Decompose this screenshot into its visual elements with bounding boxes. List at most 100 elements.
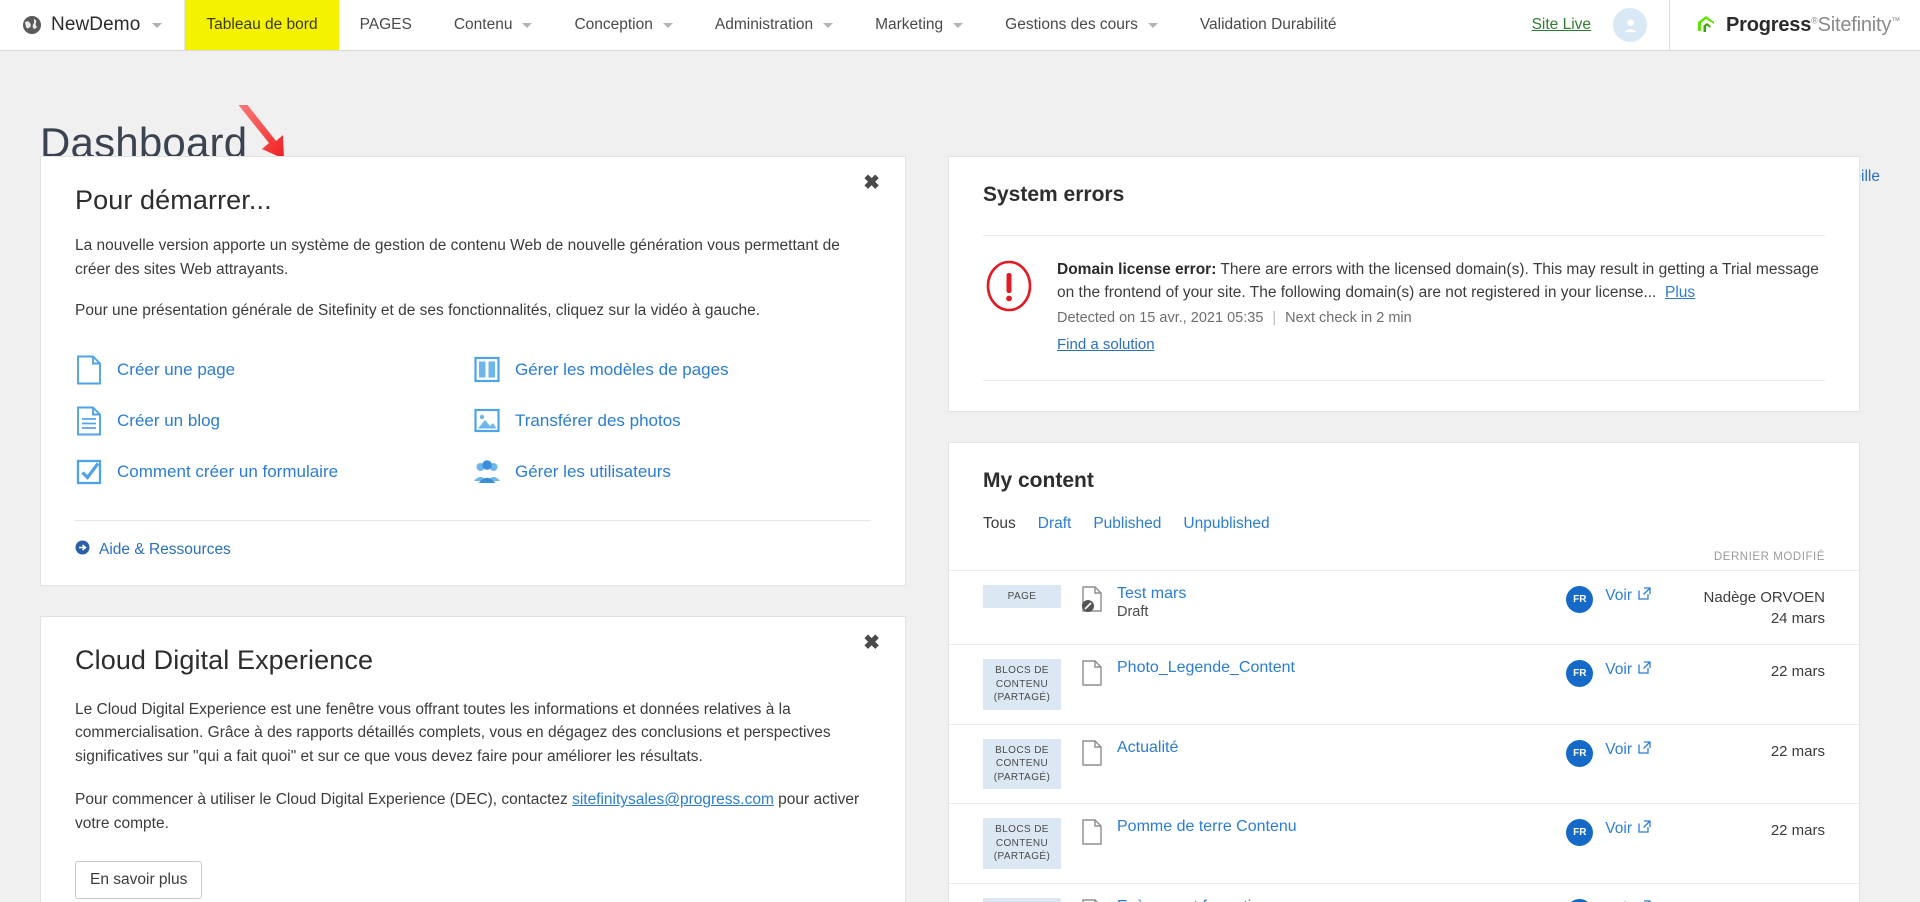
user-avatar-icon[interactable]	[1613, 8, 1647, 42]
close-icon[interactable]: ✖	[863, 633, 880, 653]
site-selector[interactable]: NewDemo	[0, 0, 184, 50]
learn-more-button[interactable]: En savoir plus	[75, 861, 202, 899]
language-badge: FR	[1566, 660, 1593, 687]
last-modified-date: 22 mars	[1665, 820, 1825, 842]
link-transferer-des-photos[interactable]: Transférer des photos	[473, 406, 871, 436]
external-link-icon	[1638, 587, 1651, 605]
nav-items: Tableau de bord PAGES Contenu Conception…	[185, 0, 1357, 50]
filter-published[interactable]: Published	[1093, 515, 1161, 533]
template-columns-icon	[473, 355, 501, 385]
system-error-meta: Detected on 15 avr., 2021 05:35|Next che…	[1057, 310, 1825, 326]
page-file-icon	[75, 355, 103, 385]
my-content-filters: Tous Draft Published Unpublished	[949, 493, 1859, 533]
cloud-dx-paragraph-2: Pour commencer à utiliser le Cloud Digit…	[41, 788, 905, 835]
cloud-digital-experience-card: ✖ Cloud Digital Experience Le Cloud Digi…	[40, 616, 906, 902]
content-title-link[interactable]: Pomme de terre Contenu	[1117, 818, 1566, 836]
help-resources-link[interactable]: Aide & Ressources	[41, 521, 905, 585]
content-title-link[interactable]: Actualité	[1117, 739, 1566, 757]
chevron-down-icon	[522, 23, 532, 28]
chevron-down-icon	[663, 23, 673, 28]
link-gerer-les-modeles-de-pages[interactable]: Gérer les modèles de pages	[473, 355, 871, 385]
system-error-message: Domain license error: There are errors w…	[1057, 258, 1825, 305]
table-row[interactable]: ÉVÉNEMENT Evènement formation Published …	[949, 883, 1859, 902]
globe-icon	[22, 15, 42, 35]
view-link[interactable]: Voir	[1605, 820, 1651, 838]
link-creer-un-blog[interactable]: Créer un blog	[75, 406, 473, 436]
table-row[interactable]: BLOCS DE CONTENU (PARTAGÉ) Pomme de terr…	[949, 803, 1859, 883]
getting-started-links: Créer une page Gérer les modèles de page…	[41, 323, 905, 487]
getting-started-title: Pour démarrer...	[41, 157, 905, 216]
view-link[interactable]: Voir	[1605, 741, 1651, 759]
nav-item-label: Marketing	[875, 16, 943, 34]
system-errors-card: System errors Domain license error: Ther…	[948, 156, 1860, 412]
link-label: Transférer des photos	[515, 411, 681, 431]
table-row[interactable]: BLOCS DE CONTENU (PARTAGÉ) Actualité FR …	[949, 724, 1859, 804]
link-comment-creer-un-formulaire[interactable]: Comment créer un formulaire	[75, 457, 473, 487]
content-status: Draft	[1117, 604, 1566, 620]
link-creer-une-page[interactable]: Créer une page	[75, 355, 473, 385]
author-name: Nadège ORVOEN	[1704, 589, 1825, 606]
language-badge: FR	[1566, 740, 1593, 767]
nav-item-label: Administration	[715, 16, 813, 34]
content-title-link[interactable]: Test mars	[1117, 585, 1566, 603]
filter-unpublished[interactable]: Unpublished	[1183, 515, 1269, 533]
view-link[interactable]: Voir	[1605, 587, 1651, 605]
next-check-label: Next check in 2 min	[1285, 310, 1412, 326]
nav-item-conception[interactable]: Conception	[553, 0, 693, 50]
content-type-badge: BLOCS DE CONTENU (PARTAGÉ)	[983, 739, 1061, 790]
chevron-down-icon	[1148, 23, 1158, 28]
nav-item-marketing[interactable]: Marketing	[854, 0, 984, 50]
row-main: Pomme de terre Contenu	[1117, 818, 1566, 836]
my-content-title: My content	[949, 443, 1859, 493]
nav-item-contenu[interactable]: Contenu	[433, 0, 554, 50]
system-error-label: Domain license error:	[1057, 261, 1216, 278]
progress-sitefinity-logo: Progress®Sitefinity™	[1670, 13, 1920, 38]
cloud-dx-text-before: Pour commencer à utiliser le Cloud Digit…	[75, 791, 572, 808]
language-badge: FR	[1566, 819, 1593, 846]
site-live-link[interactable]: Site Live	[1532, 16, 1591, 34]
last-modified-date: 22 mars	[1665, 741, 1825, 763]
content-title-link[interactable]: Evènement formation	[1117, 898, 1566, 902]
cloud-dx-title: Cloud Digital Experience	[41, 617, 905, 676]
link-label: Créer une page	[117, 360, 235, 380]
row-main: Test mars Draft	[1117, 585, 1566, 620]
filter-draft[interactable]: Draft	[1038, 515, 1072, 533]
nav-item-gestions-des-cours[interactable]: Gestions des cours	[984, 0, 1179, 50]
content-type-badge: BLOCS DE CONTENU (PARTAGÉ)	[983, 659, 1061, 710]
left-column: ✖ Pour démarrer... La nouvelle version a…	[40, 156, 906, 902]
nav-item-administration[interactable]: Administration	[694, 0, 854, 50]
nav-item-tableau-de-bord[interactable]: Tableau de bord	[185, 0, 338, 50]
link-gerer-les-utilisateurs[interactable]: Gérer les utilisateurs	[473, 457, 871, 487]
sales-email-link[interactable]: sitefinitysales@progress.com	[572, 791, 774, 808]
nav-item-pages[interactable]: PAGES	[339, 0, 433, 50]
link-label: Gérer les utilisateurs	[515, 462, 671, 482]
language-badge: FR	[1566, 899, 1593, 902]
document-icon	[1081, 660, 1103, 686]
row-meta: 22 mars	[1665, 741, 1825, 763]
last-modified-date: 24 mars	[1665, 608, 1825, 630]
progress-logo-icon	[1694, 13, 1719, 38]
top-navigation-right: Site Live Progress®Sitefinity™	[1532, 0, 1920, 50]
brand-secondary: Sitefinity	[1818, 14, 1892, 36]
table-row[interactable]: PAGE Test mars Draft FR Voir Nadège ORVO…	[949, 570, 1859, 645]
nav-item-validation-durabilite[interactable]: Validation Durabilité	[1179, 0, 1358, 50]
more-link[interactable]: Plus	[1665, 284, 1695, 301]
filter-tous[interactable]: Tous	[983, 515, 1016, 533]
link-label: Comment créer un formulaire	[117, 462, 338, 482]
content-title-link[interactable]: Photo_Legende_Content	[1117, 659, 1566, 677]
system-errors-title: System errors	[949, 157, 1859, 207]
view-link[interactable]: Voir	[1605, 661, 1651, 679]
error-exclamation-circle-icon	[983, 260, 1035, 312]
find-solution-link[interactable]: Find a solution	[1057, 336, 1155, 353]
table-row[interactable]: BLOCS DE CONTENU (PARTAGÉ) Photo_Legende…	[949, 644, 1859, 724]
language-badge: FR	[1566, 586, 1593, 613]
view-label: Voir	[1605, 741, 1632, 759]
row-main: Actualité	[1117, 739, 1566, 757]
getting-started-paragraph-1: La nouvelle version apporte un système d…	[41, 234, 905, 281]
cloud-dx-paragraph-1: Le Cloud Digital Experience est une fenê…	[41, 698, 905, 769]
chevron-down-icon	[953, 23, 963, 28]
nav-item-label: Conception	[574, 16, 652, 34]
nav-item-label: Validation Durabilité	[1200, 16, 1337, 34]
chevron-down-icon	[152, 23, 162, 28]
close-icon[interactable]: ✖	[863, 173, 880, 193]
